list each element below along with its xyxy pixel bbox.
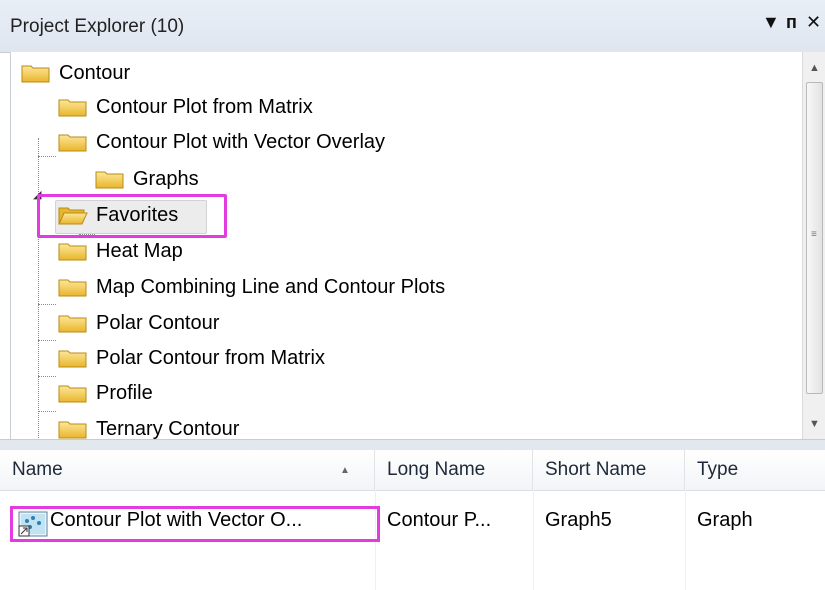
folder-icon [58,421,87,439]
tree-item-label: Contour [59,61,131,84]
grip-icon: ≡ [811,229,817,240]
tree-item-map-combining[interactable]: Map Combining Line and Contour Plots [58,270,445,304]
column-header-type[interactable]: Type [685,450,825,490]
tree-item-contour-plot-from-matrix[interactable]: Contour Plot from Matrix [58,90,313,124]
folder-icon [58,134,87,152]
highlight-box [10,506,380,542]
folder-icon [58,350,87,368]
tree-item-profile[interactable]: Profile [58,376,153,410]
folder-icon [21,65,50,83]
highlight-box [37,194,227,238]
tree-item-label: Polar Contour from Matrix [96,346,325,369]
dropdown-icon[interactable]: ▼ [762,12,780,33]
folder-icon [58,243,87,261]
tree-item-polar-contour[interactable]: Polar Contour [58,306,219,340]
column-header-name[interactable]: Name [0,450,375,490]
tree-line [38,376,56,377]
tree-item-label: Map Combining Line and Contour Plots [96,275,446,298]
tree-item-graphs[interactable]: Graphs [95,162,199,196]
tree-item-label: Contour Plot with Vector Overlay [96,130,386,153]
tree-line [38,138,39,439]
close-icon[interactable]: ✕ [806,12,821,33]
sort-ascending-icon: ▲ [340,465,350,476]
panel-titlebar: Project Explorer (10) ▼ ᴨ ✕ [0,0,825,53]
tree-item-contour[interactable]: Contour [21,56,130,90]
panel-title: Project Explorer (10) [10,16,185,37]
tree-item-label: Profile [96,381,153,404]
tree-line [38,156,56,157]
tree-item-contour-plot-with-vector-overlay[interactable]: Contour Plot with Vector Overlay [58,125,385,159]
tree-item-label: Heat Map [96,239,183,262]
folder-icon [58,315,87,333]
tree-item-label: Graphs [133,167,199,190]
scroll-thumb[interactable]: ≡ [806,82,823,394]
tree-item-label: Polar Contour [96,311,220,334]
tree-item-heat-map[interactable]: Heat Map [58,234,183,268]
tree-item-ternary-contour[interactable]: Ternary Contour [58,412,239,439]
tree-item-label: Ternary Contour [96,417,240,440]
cell-type: Graph [697,509,753,531]
folder-icon [95,171,124,189]
scroll-up-icon[interactable]: ▲ [803,56,825,80]
folder-icon [58,279,87,297]
cell-short-name: Graph5 [545,509,612,531]
file-list: Name ▲ Long Name Short Name Type Contour… [0,450,825,590]
folder-icon [58,385,87,403]
column-header-long-name[interactable]: Long Name [375,450,533,490]
folder-icon [58,99,87,117]
pin-icon[interactable]: ᴨ [786,12,797,33]
tree-scrollbar[interactable]: ▲ ≡ ▼ [802,52,825,439]
list-header: Name ▲ Long Name Short Name Type [0,450,825,491]
tree-item-polar-contour-from-matrix[interactable]: Polar Contour from Matrix [58,341,325,375]
tree-item-label: Contour Plot from Matrix [96,95,313,118]
tree-line [38,411,56,412]
scroll-down-icon[interactable]: ▼ [803,412,825,436]
tree-line [38,304,56,305]
column-header-short-name[interactable]: Short Name [533,450,685,490]
cell-long-name: Contour P... [387,509,492,531]
project-tree: ◢ Contour Contour Plot from Matrix Conto… [10,52,803,439]
tree-line [38,340,56,341]
